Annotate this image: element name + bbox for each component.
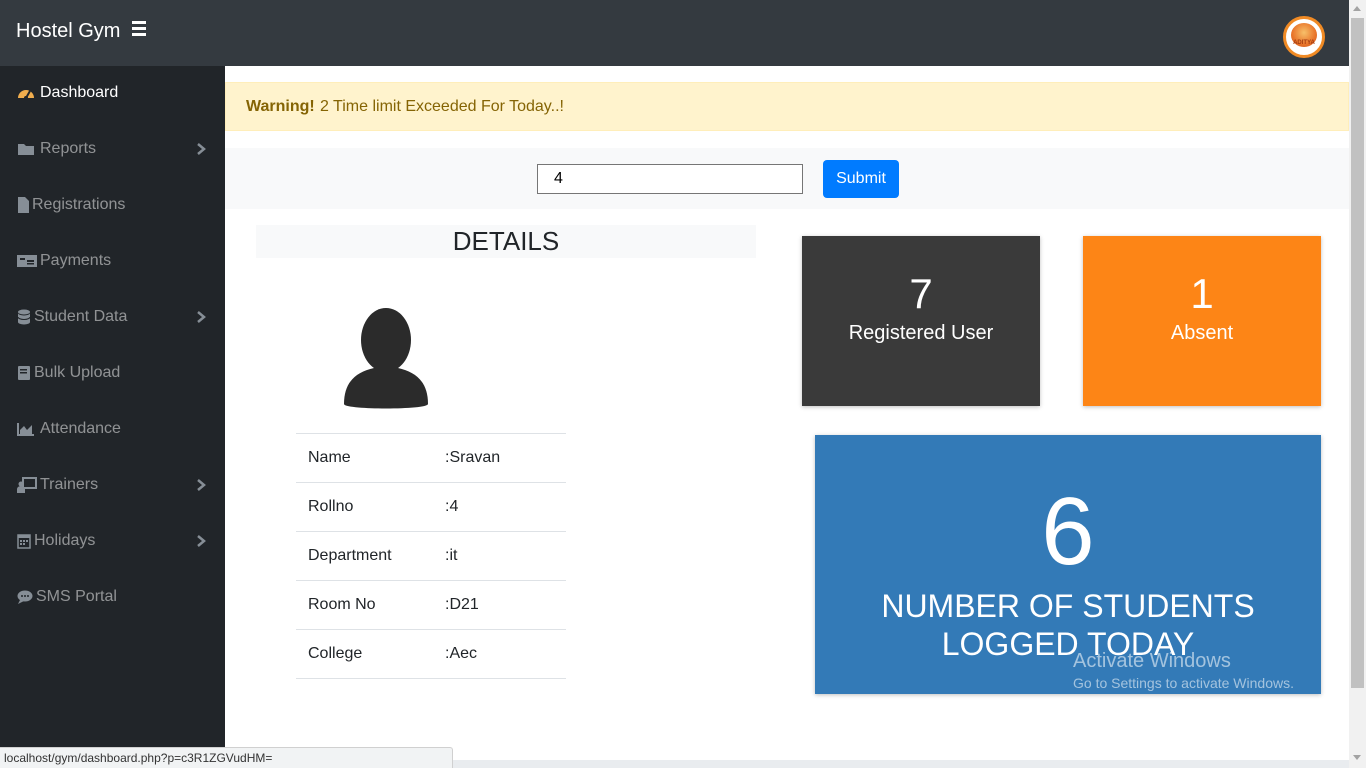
book-icon xyxy=(18,366,30,380)
detail-key: Name xyxy=(296,433,434,483)
sidebar-item-registrations[interactable]: Registrations xyxy=(0,178,225,234)
area-chart-icon xyxy=(17,423,34,436)
database-icon xyxy=(17,309,31,325)
user-avatar-icon xyxy=(344,308,428,409)
detail-key: Rollno xyxy=(296,482,434,532)
calendar-icon xyxy=(17,534,31,549)
watermark-title: Activate Windows xyxy=(1073,650,1231,672)
sidebar-item-reports[interactable]: Reports xyxy=(0,122,225,178)
table-row: Name:Sravan xyxy=(296,433,566,483)
menu-toggle-icon[interactable] xyxy=(132,21,146,37)
chalkboard-teacher-icon xyxy=(17,477,37,493)
rollno-input[interactable] xyxy=(537,164,803,194)
college-logo[interactable]: ADITYA xyxy=(1283,16,1325,58)
detail-key: College xyxy=(296,629,434,679)
sidebar-item-holidays[interactable]: Holidays xyxy=(0,514,225,570)
chevron-right-icon xyxy=(197,311,206,323)
registered-count: 7 xyxy=(909,270,933,317)
alert-message: 2 Time limit Exceeded For Today..! xyxy=(320,98,564,115)
detail-value: :Aec xyxy=(434,629,566,679)
sidebar-item-student-data[interactable]: Student Data xyxy=(0,290,225,346)
registered-users-card[interactable]: 7 Registered User xyxy=(802,236,1040,406)
sidebar-item-payments[interactable]: Payments xyxy=(0,234,225,290)
sidebar-item-attendance[interactable]: Attendance xyxy=(0,402,225,458)
folder-icon xyxy=(18,144,34,155)
student-details-table: Name:Sravan Rollno:4 Department:it Room … xyxy=(296,433,566,679)
sidebar-item-label: Dashboard xyxy=(40,84,119,101)
scrollbar-thumb[interactable] xyxy=(1351,18,1364,688)
submit-button[interactable]: Submit xyxy=(823,160,899,198)
detail-key: Room No xyxy=(296,580,434,630)
watermark-subtitle: Go to Settings to activate Windows. xyxy=(1073,675,1294,691)
comment-icon xyxy=(17,590,33,604)
sidebar: Dashboard Reports Registrations Payments… xyxy=(0,66,225,768)
detail-value: :it xyxy=(434,531,566,581)
sidebar-item-label: Bulk Upload xyxy=(34,364,121,381)
detail-value: :D21 xyxy=(434,580,566,630)
sidebar-item-dashboard[interactable]: Dashboard xyxy=(0,66,225,122)
warning-alert: Warning! 2 Time limit Exceeded For Today… xyxy=(225,82,1349,131)
registered-label: Registered User xyxy=(848,322,994,344)
browser-status-url: localhost/gym/dashboard.php?p=c3R1ZGVudH… xyxy=(0,747,453,768)
scroll-down-arrow-icon[interactable] xyxy=(1353,755,1361,760)
sidebar-item-bulk-upload[interactable]: Bulk Upload xyxy=(0,346,225,402)
sidebar-item-sms-portal[interactable]: SMS Portal xyxy=(0,570,225,626)
sidebar-item-label: Payments xyxy=(40,252,112,269)
chevron-right-icon xyxy=(197,479,206,491)
logged-count: 6 xyxy=(1041,478,1095,585)
app-title[interactable]: Hostel Gym xyxy=(16,20,120,43)
detail-key: Department xyxy=(296,531,434,581)
table-row: Rollno:4 xyxy=(296,482,566,532)
top-navbar: Hostel Gym ADITYA xyxy=(0,0,1349,66)
sidebar-item-label: Registrations xyxy=(32,196,126,213)
detail-value: :4 xyxy=(434,482,566,532)
alert-title: Warning! xyxy=(246,98,315,115)
sidebar-item-label: Reports xyxy=(40,140,97,157)
table-row: Room No:D21 xyxy=(296,580,566,630)
table-row: College:Aec xyxy=(296,629,566,679)
sidebar-item-label: SMS Portal xyxy=(36,588,117,605)
scroll-up-arrow-icon[interactable] xyxy=(1353,6,1361,11)
sidebar-item-trainers[interactable]: Trainers xyxy=(0,458,225,514)
logo-text: ADITYA xyxy=(1293,40,1315,46)
chevron-right-icon xyxy=(197,535,206,547)
sidebar-item-label: Attendance xyxy=(40,420,121,437)
details-heading: DETAILS xyxy=(256,225,756,258)
sidebar-item-label: Holidays xyxy=(34,532,96,549)
chevron-right-icon xyxy=(197,143,206,155)
sidebar-item-label: Student Data xyxy=(34,308,128,325)
sidebar-item-label: Trainers xyxy=(40,476,99,493)
absent-card[interactable]: 1 Absent xyxy=(1083,236,1321,406)
windows-activation-watermark: Activate Windows Go to Settings to activ… xyxy=(1073,650,1294,691)
money-bill-icon xyxy=(17,255,37,267)
dashboard-icon xyxy=(18,90,34,100)
absent-label: Absent xyxy=(1170,322,1234,344)
table-row: Department:it xyxy=(296,531,566,581)
absent-count: 1 xyxy=(1190,270,1214,317)
detail-value: :Sravan xyxy=(434,433,566,483)
